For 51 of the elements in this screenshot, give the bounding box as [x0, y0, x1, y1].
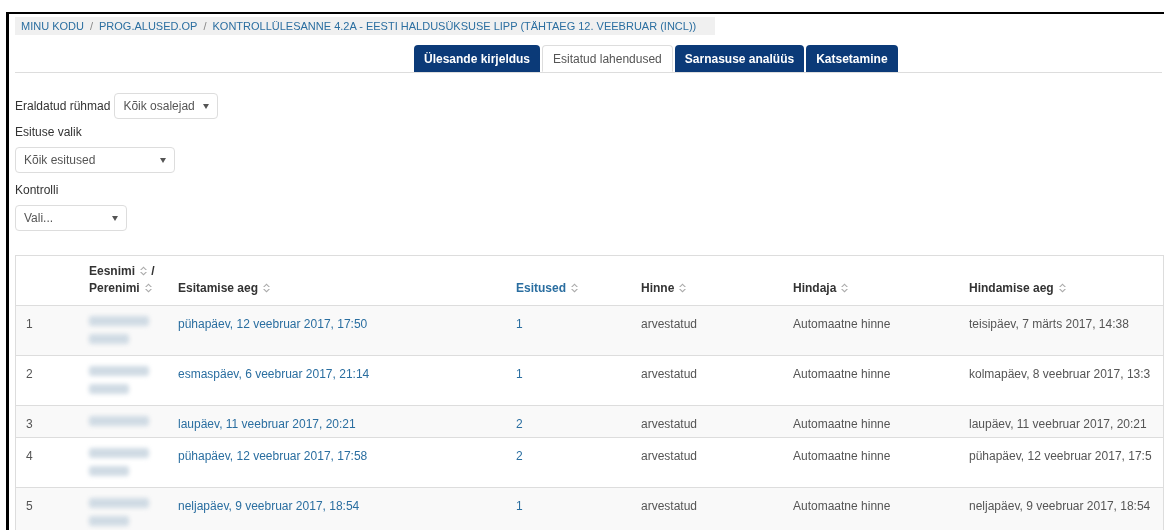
table-cell: kolmapäev, 8 veebruar 2017, 13:3: [969, 367, 1151, 381]
table-cell: arvestatud: [641, 317, 698, 331]
row-number: 2: [26, 367, 33, 381]
table-link[interactable]: 1: [516, 367, 523, 381]
table-cell: teisipäev, 7 märts 2017, 14:38: [969, 317, 1129, 331]
column-header[interactable]: Esitamise aeg: [178, 280, 272, 297]
table-cell: neljapäev, 9 veebruar 2017, 18:54: [969, 499, 1151, 513]
check-select[interactable]: Vali...: [15, 205, 127, 231]
table-link[interactable]: 1: [516, 499, 523, 513]
row-number: 1: [26, 317, 33, 331]
column-header[interactable]: Eesnimi / Perenimi: [89, 263, 155, 297]
filter-label: Eraldatud rühmad: [15, 98, 111, 115]
table-link[interactable]: pühapäev, 12 veebruar 2017, 17:50: [178, 317, 368, 331]
tab[interactable]: Esitatud lahendused: [542, 45, 673, 72]
tab[interactable]: Katsetamine: [806, 45, 898, 72]
table-cell: Automaatne hinne: [793, 367, 891, 381]
table-link[interactable]: pühapäev, 12 veebruar 2017, 17:58: [178, 449, 368, 463]
table-cell: arvestatud: [641, 417, 698, 431]
filter-label: Kontrolli: [15, 182, 60, 199]
table-link[interactable]: neljapäev, 9 veebruar 2017, 18:54: [178, 499, 360, 513]
table-link[interactable]: 2: [516, 449, 523, 463]
column-header[interactable]: Hindamise aeg: [969, 280, 1067, 297]
tab[interactable]: Sarnasuse analüüs: [674, 45, 805, 72]
breadcrumb-separator: /: [89, 18, 93, 34]
breadcrumb-link[interactable]: KONTROLLÜLESANNE 4.2A - EESTI HALDUSÜKSUSE LIPP (TÄHTAEG 12. VEEBRUAR (INCL)): [212, 17, 697, 35]
row-number: 5: [26, 499, 33, 513]
table-cell: Automaatne hinne: [793, 499, 891, 513]
table-link[interactable]: laupäev, 11 veebruar 2017, 20:21: [178, 417, 356, 431]
column-header[interactable]: Esitused: [516, 280, 579, 297]
row-number: 3: [26, 417, 33, 431]
table-cell: arvestatud: [641, 449, 698, 463]
table-link[interactable]: esmaspäev, 6 veebruar 2017, 21:14: [178, 367, 370, 381]
tab[interactable]: Ülesande kirjeldus: [414, 45, 541, 72]
breadcrumb-link[interactable]: MINU KODU: [21, 17, 84, 35]
submission-select[interactable]: Kõik esitused: [15, 147, 175, 173]
table-cell: pühapäev, 12 veebruar 2017, 17:5: [969, 449, 1152, 463]
filter-label: Esituse valik: [15, 124, 83, 141]
group-select[interactable]: Kõik osalejad: [114, 93, 219, 119]
table-cell: arvestatud: [641, 499, 698, 513]
table-cell: arvestatud: [641, 367, 698, 381]
table-cell: Automaatne hinne: [793, 317, 891, 331]
row-number: 4: [26, 449, 33, 463]
breadcrumb-separator: /: [203, 18, 207, 34]
table-cell: Automaatne hinne: [793, 449, 891, 463]
table-link[interactable]: 2: [516, 417, 523, 431]
table-link[interactable]: 1: [516, 317, 523, 331]
column-header[interactable]: Hinne: [641, 280, 688, 297]
column-header[interactable]: Hindaja: [793, 280, 850, 297]
breadcrumb-link[interactable]: PROG.ALUSED.OP: [99, 17, 198, 35]
table-cell: Automaatne hinne: [793, 417, 891, 431]
table-cell: laupäev, 11 veebruar 2017, 20:21: [969, 417, 1147, 431]
